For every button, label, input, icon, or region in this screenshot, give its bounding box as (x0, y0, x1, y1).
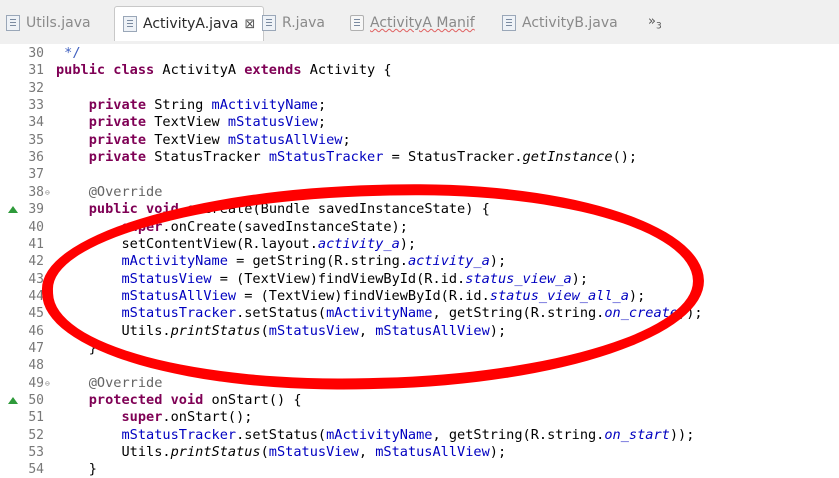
line-number: 47 (28, 340, 44, 356)
java-file-icon (6, 15, 20, 31)
code-text: protected void onStart() { (88, 392, 302, 408)
code-text: private TextView mStatusView; (88, 114, 327, 131)
tab-activitya-java[interactable]: ActivityA.java ⊠ (114, 6, 265, 41)
code-line[interactable]: 44 mStatusAllView = (TextView)findViewBy… (0, 288, 839, 305)
code-text: Utils.printStatus(mStatusView, mStatusAl… (56, 444, 507, 461)
xml-file-icon (350, 15, 364, 31)
line-number: 44 (28, 288, 44, 304)
tab-activityb-java[interactable]: ActivityB.java (502, 10, 618, 36)
line-number: 51 (28, 410, 44, 426)
tab-label: ActivityA.java (143, 16, 239, 32)
fold-toggle-icon[interactable]: ⊖ (45, 375, 50, 392)
code-text: private String mActivityName; (88, 97, 327, 114)
code-text: setContentView(R.layout.activity_a); (56, 235, 417, 252)
line-number: 31 (28, 63, 44, 79)
code-text: } (56, 339, 97, 356)
fold-toggle-icon[interactable]: ⊖ (45, 184, 50, 201)
line-number: 36 (28, 150, 44, 166)
line-number: 40 (28, 219, 44, 235)
line-number: 50 (28, 393, 44, 408)
tab-label: ActivityA Manif (370, 15, 475, 31)
java-file-icon (502, 15, 516, 31)
line-number: 49 (28, 375, 44, 391)
line-number: 37 (28, 167, 44, 183)
line-number: 33 (28, 98, 44, 114)
code-text: mStatusAllView = (TextView)findViewById(… (121, 287, 646, 304)
code-text: public class ActivityA extends Activity … (56, 62, 392, 79)
line-number: 38 (28, 184, 44, 200)
code-text: super.onCreate(savedInstanceState); (121, 218, 408, 235)
code-line[interactable]: 50 protected void onStart() { (0, 392, 839, 409)
tab-r-java[interactable]: R.java (262, 10, 325, 36)
code-line[interactable]: 46 Utils.printStatus(mStatusView, mStatu… (0, 323, 839, 340)
code-text: mActivityName = getString(R.string.activ… (121, 253, 507, 270)
code-line[interactable]: 51 super.onStart(); (0, 409, 839, 426)
code-text: */ (56, 45, 81, 61)
overflow-count: 3 (655, 21, 662, 32)
tab-overflow-button[interactable]: »3 (648, 14, 662, 32)
tab-label: Utils.java (26, 15, 91, 31)
editor-tab-bar: Utils.java ActivityA.java ⊠ R.java Activ… (0, 0, 839, 45)
code-text: Utils.printStatus(mStatusView, mStatusAl… (56, 322, 507, 339)
code-line[interactable]: 30 */ (0, 45, 839, 62)
line-number: 48 (28, 358, 44, 374)
code-line[interactable]: 35 private TextView mStatusAllView; (0, 132, 839, 149)
code-line[interactable]: 38 ⊖ @Override (0, 184, 839, 201)
code-line[interactable]: 39 public void onCreate(Bundle savedInst… (0, 201, 839, 218)
line-number: 41 (28, 236, 44, 252)
tab-label: R.java (282, 15, 326, 31)
code-line[interactable]: 45 mStatusTracker.setStatus(mActivityNam… (0, 305, 839, 322)
line-number: 34 (28, 115, 44, 131)
code-line[interactable]: 47 } (0, 340, 839, 357)
code-line[interactable]: 52 mStatusTracker.setStatus(mActivityNam… (0, 427, 839, 444)
code-line[interactable]: 42 mActivityName = getString(R.string.ac… (0, 253, 839, 270)
tab-label: ActivityB.java (522, 15, 618, 31)
code-line[interactable]: 48 (0, 357, 839, 374)
close-tab-icon[interactable]: ⊠ (244, 17, 255, 32)
code-text: mStatusTracker.setStatus(mActivityName, … (121, 426, 695, 443)
code-editor[interactable]: 30 */31 public class ActivityA extends Ac… (0, 44, 839, 477)
code-text: private StatusTracker mStatusTracker = S… (88, 149, 638, 166)
code-line[interactable]: 41 setContentView(R.layout.activity_a); (0, 236, 839, 253)
code-line[interactable]: 34 private TextView mStatusView; (0, 114, 839, 131)
code-line[interactable]: 40 super.onCreate(savedInstanceState); (0, 219, 839, 236)
override-marker-icon[interactable] (8, 397, 18, 404)
tab-utils-java[interactable]: Utils.java (6, 10, 91, 36)
java-file-icon (262, 15, 276, 31)
line-number: 32 (28, 80, 44, 96)
line-number: 52 (28, 427, 44, 443)
code-text: private TextView mStatusAllView; (88, 131, 351, 148)
line-number: 46 (28, 323, 44, 339)
line-number: 53 (28, 445, 44, 461)
line-number: 30 (28, 46, 44, 61)
line-number: 45 (28, 306, 44, 322)
tab-activitya-manifest[interactable]: ActivityA Manif (350, 10, 475, 36)
code-line[interactable]: 37 (0, 166, 839, 183)
code-line[interactable]: 31 public class ActivityA extends Activit… (0, 62, 839, 79)
code-line[interactable]: 32 (0, 80, 839, 97)
line-number: 43 (28, 271, 44, 287)
code-text: public void onCreate(Bundle savedInstanc… (88, 201, 490, 218)
line-number: 35 (28, 132, 44, 148)
code-line[interactable]: 49 ⊖ @Override (0, 375, 839, 392)
code-line[interactable]: 43 mStatusView = (TextView)findViewById(… (0, 271, 839, 288)
code-text: super.onStart(); (121, 409, 253, 426)
override-marker-icon[interactable] (8, 206, 18, 214)
code-line[interactable]: 53 Utils.printStatus(mStatusView, mStatu… (0, 444, 839, 461)
java-file-icon (123, 16, 137, 32)
code-text: @Override (88, 374, 163, 391)
line-number: 39 (28, 202, 44, 218)
code-text: mStatusView = (TextView)findViewById(R.i… (121, 270, 589, 287)
code-line[interactable]: 36 private StatusTracker mStatusTracker … (0, 149, 839, 166)
overflow-chevron-icon: » (648, 14, 656, 29)
code-line[interactable]: 33 private String mActivityName; (0, 97, 839, 114)
code-text: @Override (88, 183, 163, 200)
line-number: 42 (28, 254, 44, 270)
code-text: mStatusTracker.setStatus(mActivityName, … (121, 305, 703, 322)
